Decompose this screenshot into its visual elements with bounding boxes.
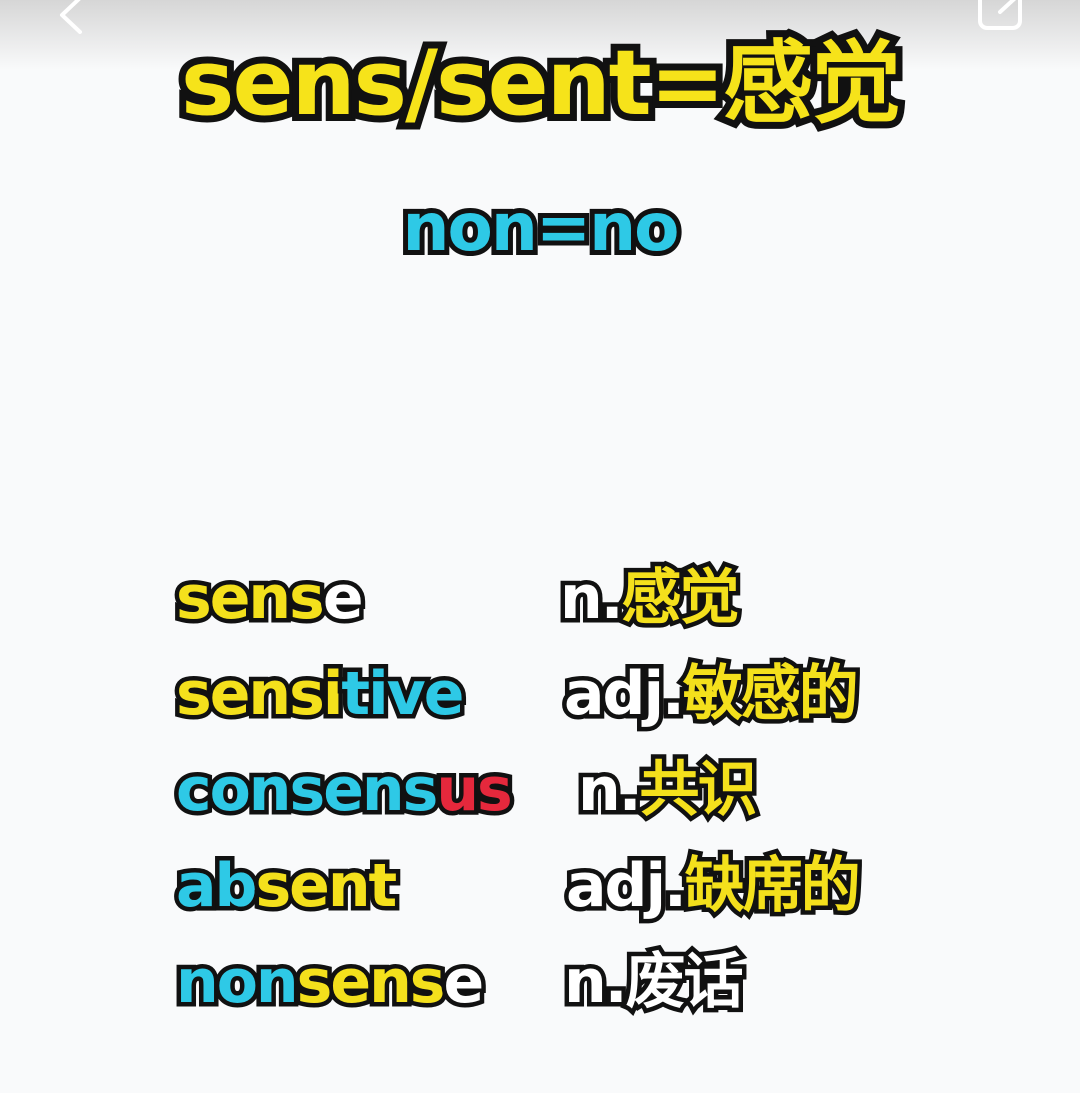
page-title: sens/sent=感觉 [174, 27, 908, 141]
vocab-definition: adj.缺席的 [562, 846, 866, 926]
vocab-row: absent adj.缺席的 [171, 846, 936, 942]
word-part: sent [251, 847, 402, 926]
vocab-word: consensus [171, 750, 518, 830]
vocab-definition: n.共识 [574, 750, 762, 830]
part-of-speech: adj. [560, 655, 690, 734]
vocab-row: sensitive adj.敏感的 [171, 654, 936, 750]
share-button[interactable] [976, 0, 1030, 32]
word-part: tive [337, 655, 469, 734]
meaning: 敏感的 [678, 655, 863, 734]
word-part: non [172, 943, 304, 1022]
word-part: e [439, 943, 489, 1022]
vocab-word: absent [171, 846, 402, 926]
vocab-word: nonsense [172, 942, 489, 1022]
vocab-row: nonsense n.废话 [172, 942, 936, 1038]
vocab-list: sense n.感觉 sensitive adj.敏感的 consensus n… [171, 558, 936, 1038]
word-part: us [432, 751, 518, 830]
word-part: sensi [171, 655, 347, 734]
meaning: 共识 [635, 751, 762, 830]
part-of-speech: n. [574, 751, 646, 830]
word-part: sens [172, 559, 330, 638]
chevron-left-icon [60, 0, 82, 34]
word-part: e [318, 559, 368, 638]
meaning: 感觉 [617, 559, 744, 638]
part-of-speech: adj. [562, 847, 692, 926]
word-part: consens [171, 751, 442, 830]
part-of-speech: n. [556, 559, 628, 638]
vocab-definition: n.感觉 [556, 558, 744, 638]
vocab-row: sense n.感觉 [172, 558, 936, 654]
back-button[interactable] [50, 0, 96, 38]
meaning: 废话 [621, 943, 748, 1022]
vocab-definition: adj.敏感的 [560, 654, 864, 734]
part-of-speech: n. [560, 943, 632, 1022]
page-subtitle: non=no [398, 185, 685, 271]
share-icon [978, 0, 1022, 30]
vocab-row: consensus n.共识 [171, 750, 936, 846]
vocab-definition: n.废话 [560, 942, 748, 1022]
meaning: 缺席的 [680, 847, 865, 926]
vocab-word: sensitive [171, 654, 469, 734]
vocab-word: sense [172, 558, 368, 638]
word-part: sens [292, 943, 450, 1022]
word-part: ab [171, 847, 261, 926]
